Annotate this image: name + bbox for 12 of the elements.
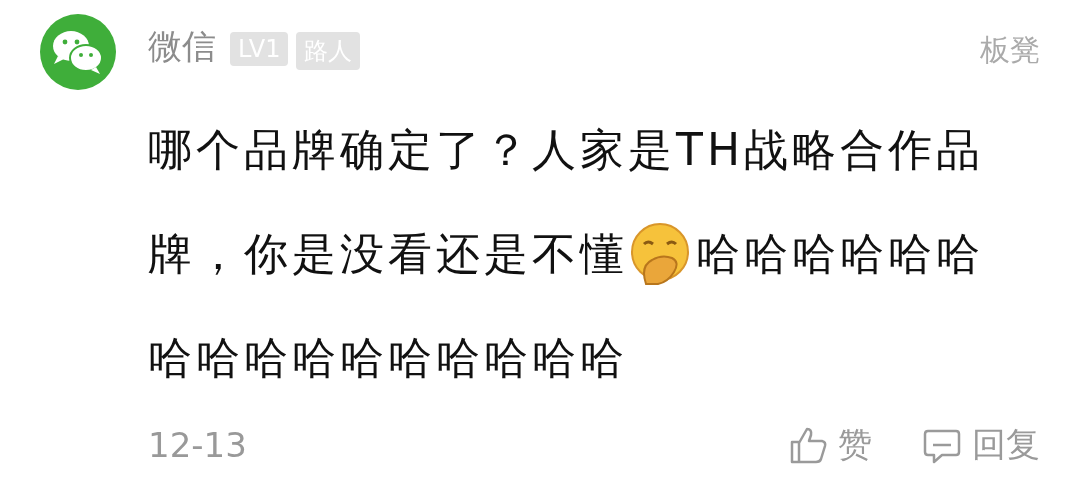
like-button[interactable]: 赞 (788, 422, 872, 468)
emoji-icon (628, 222, 692, 286)
comment-text: 哪个品牌确定了？人家是TH战略合作品 (148, 123, 984, 177)
author-name[interactable]: 微信 (148, 24, 216, 70)
comment-text: 牌，你是没看还是不懂 (148, 227, 628, 281)
chat-bubbles-avatar-icon (40, 14, 116, 90)
floor-label: 板凳 (980, 31, 1040, 69)
reply-button[interactable]: 回复 (922, 422, 1040, 468)
comment-text: 哈哈哈哈哈哈哈哈哈哈 (148, 331, 628, 385)
comment-date: 12-13 (148, 425, 247, 465)
thumbs-up-icon[interactable] (788, 425, 828, 465)
comment-text: 哈哈哈哈哈哈 (696, 227, 984, 281)
